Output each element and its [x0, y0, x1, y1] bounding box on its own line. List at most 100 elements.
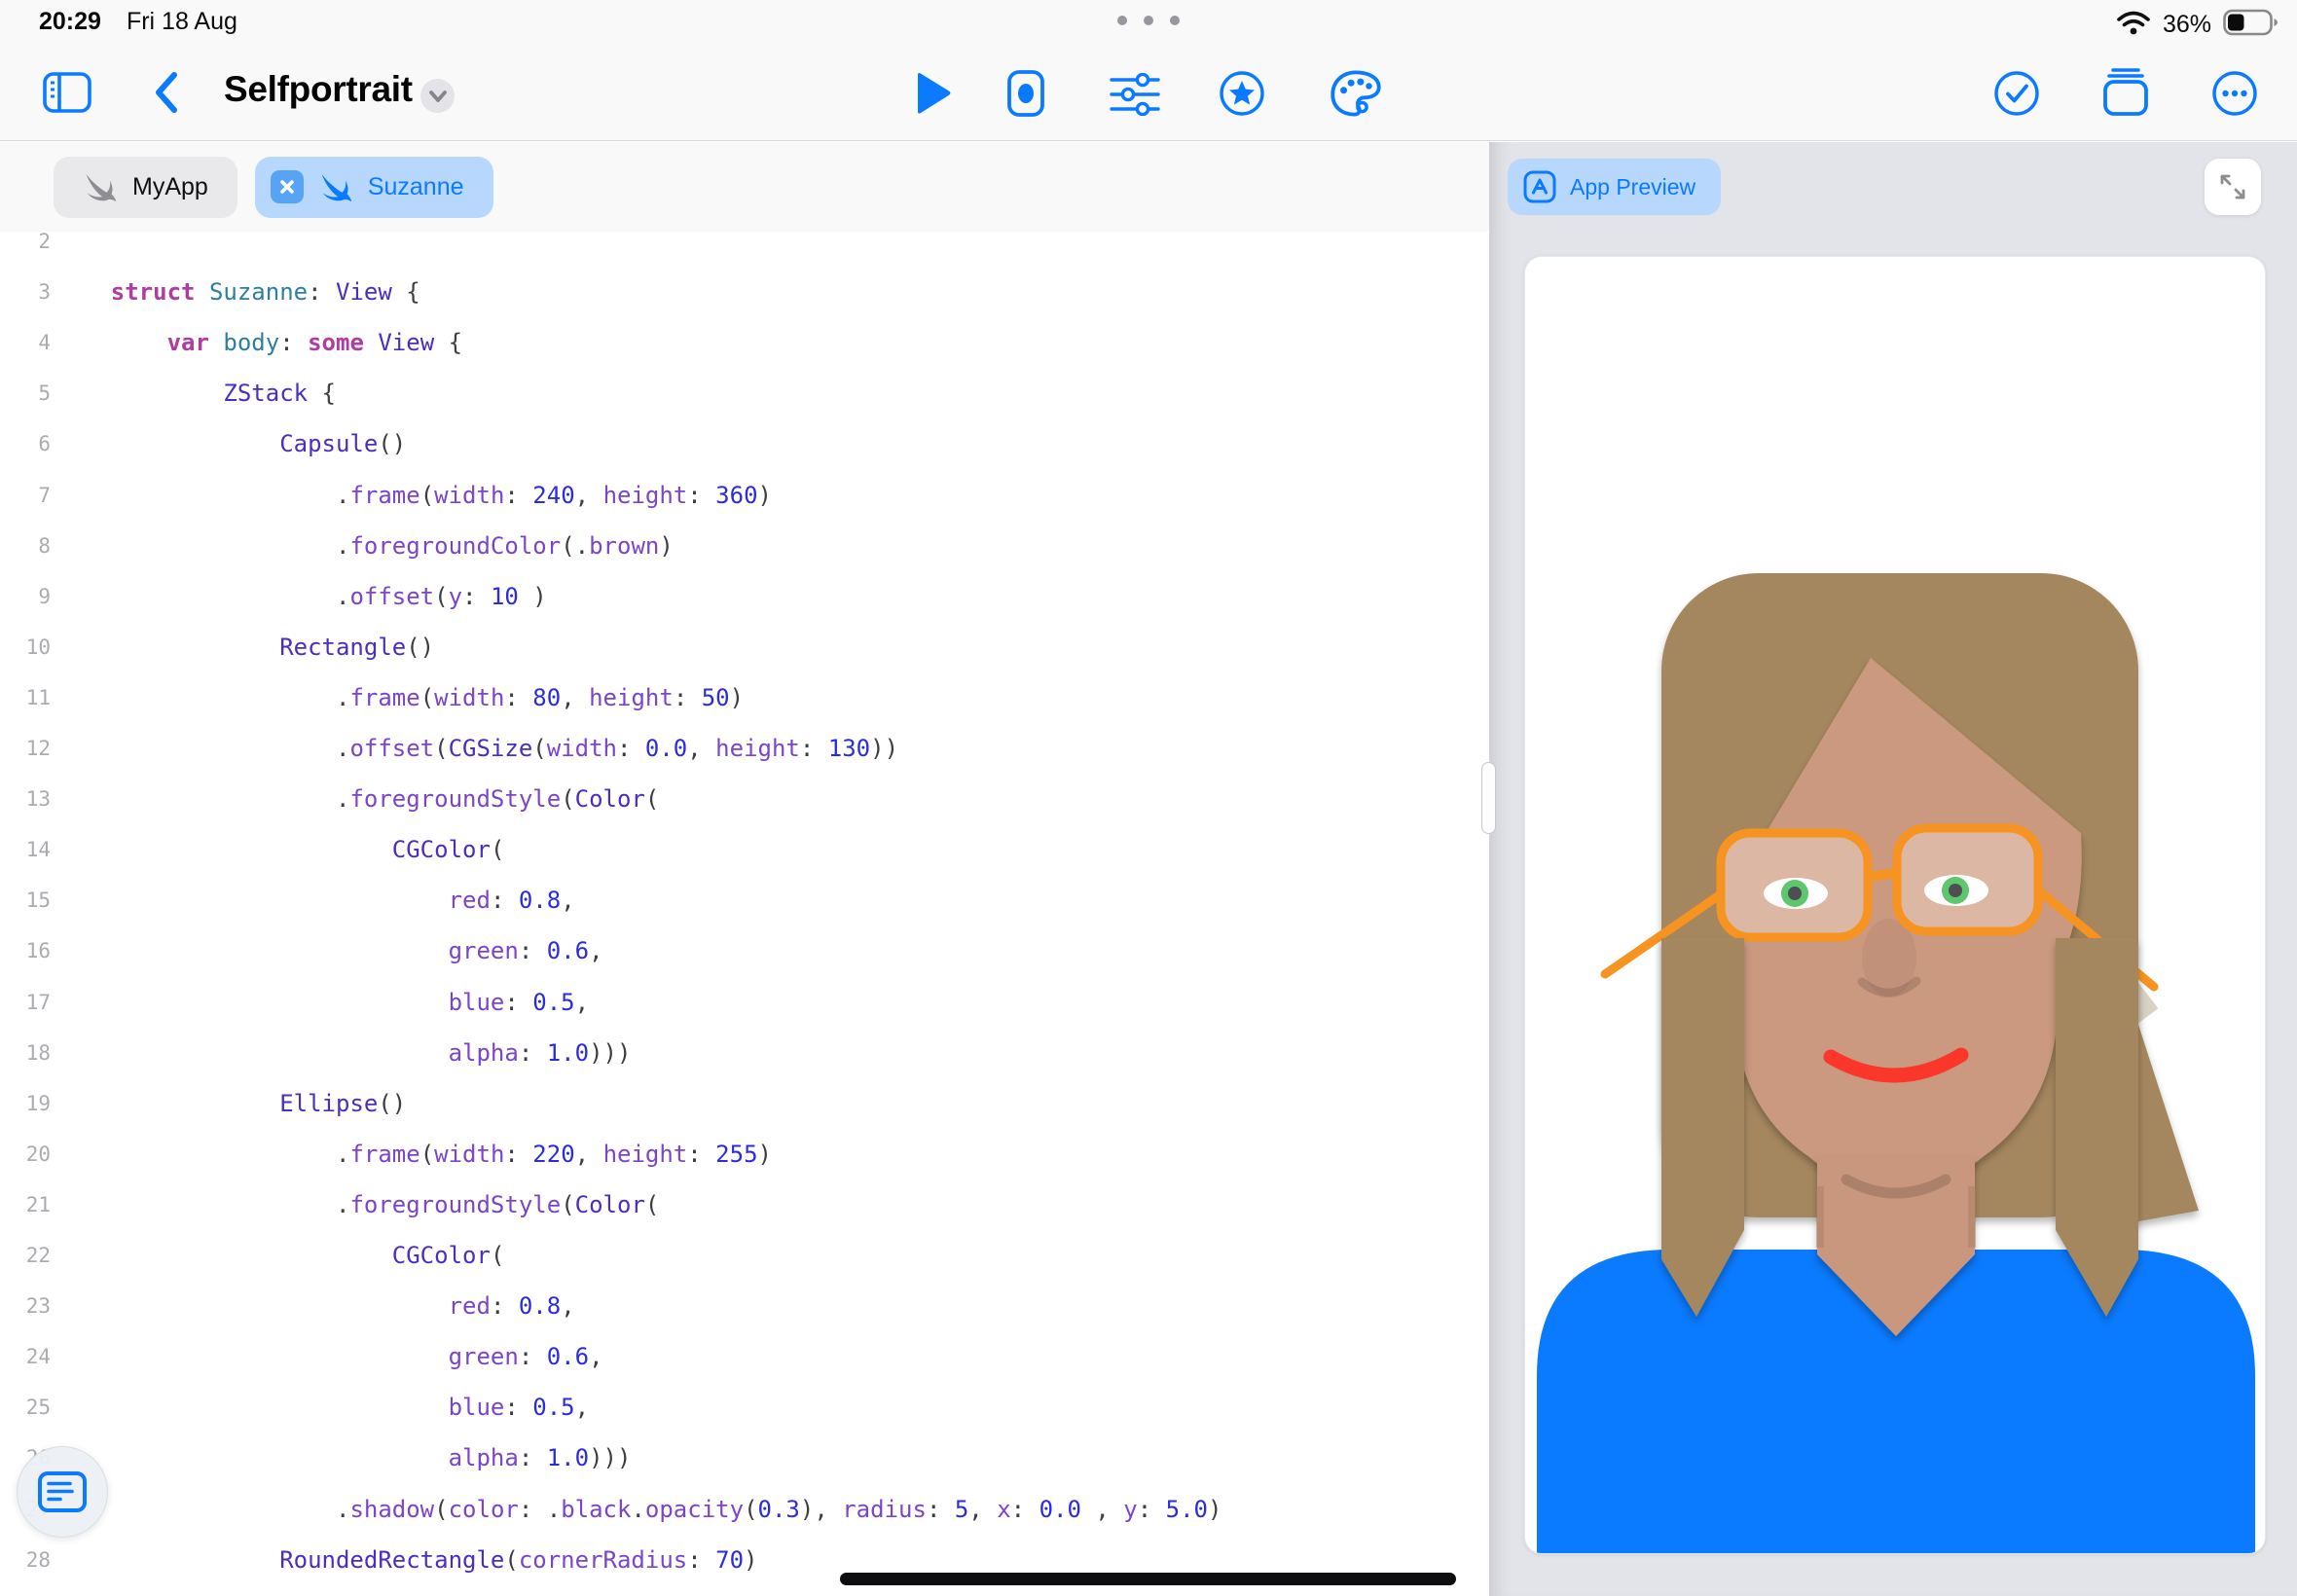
app-preview-icon [1523, 170, 1556, 203]
code-line[interactable]: 16green: 0.6, [0, 925, 1489, 976]
line-number: 22 [0, 1230, 51, 1281]
code-line[interactable]: 27.shadow(color: .black.opacity(0.3), ra… [0, 1484, 1489, 1535]
play-icon [913, 71, 954, 116]
windows-button[interactable] [2100, 68, 2151, 117]
check-circle-icon [1993, 70, 2040, 117]
code-line[interactable]: 3struct Suzanne: View { [0, 267, 1489, 317]
wifi-icon [2116, 9, 2151, 41]
app-preview-canvas [1524, 256, 2266, 1554]
line-number: 14 [0, 824, 51, 875]
back-chevron-icon [148, 68, 187, 117]
tab-myapp[interactable]: MyApp [54, 157, 237, 218]
code-line[interactable]: 14CGColor( [0, 824, 1489, 875]
code-line[interactable]: 26alpha: 1.0))) [0, 1433, 1489, 1483]
code-line[interactable]: 23red: 0.8, [0, 1281, 1489, 1331]
code-line[interactable]: 25blue: 0.5, [0, 1382, 1489, 1433]
left-eye [1764, 878, 1828, 909]
line-number: 25 [0, 1382, 51, 1433]
code-line[interactable]: 8.foregroundColor(.brown) [0, 521, 1489, 571]
code-line[interactable]: 20.frame(width: 220, height: 255) [0, 1129, 1489, 1179]
code-line[interactable]: 22CGColor( [0, 1230, 1489, 1281]
battery-percent: 36% [2163, 11, 2211, 39]
multitasking-dots-icon[interactable] [1117, 16, 1180, 25]
more-options-button[interactable] [2211, 70, 2258, 117]
sliders-icon [1110, 73, 1160, 116]
code-line[interactable]: 2 [0, 232, 1489, 267]
settings-sliders-button[interactable] [1110, 73, 1160, 116]
app-preview-toggle[interactable]: App Preview [1508, 159, 1721, 215]
line-number: 7 [0, 470, 51, 521]
code-line[interactable]: 21.foregroundStyle(Color( [0, 1179, 1489, 1230]
code-line[interactable]: 15red: 0.8, [0, 875, 1489, 925]
appearance-palette-button[interactable] [1330, 69, 1382, 118]
line-number: 12 [0, 723, 51, 774]
app-preview-label: App Preview [1570, 174, 1695, 200]
check-syntax-button[interactable] [1993, 70, 2040, 117]
back-button[interactable] [148, 68, 187, 117]
selfportrait-drawing [1525, 257, 2266, 1554]
line-number: 17 [0, 977, 51, 1028]
code-line[interactable]: 19Ellipse() [0, 1078, 1489, 1129]
line-number: 20 [0, 1129, 51, 1179]
code-line[interactable]: 9.offset(y: 10 ) [0, 571, 1489, 622]
code-line[interactable]: 18alpha: 1.0))) [0, 1028, 1489, 1078]
glasses-bridge [1868, 873, 1897, 877]
page-title: Selfportrait [224, 69, 413, 110]
code-line[interactable]: 11.frame(width: 80, height: 50) [0, 672, 1489, 723]
line-number: 2 [0, 232, 51, 267]
live-preview-button[interactable] [1006, 69, 1045, 118]
title-menu-button[interactable] [420, 79, 455, 113]
clock-time: 20:29 [39, 8, 101, 36]
snippets-floating-button[interactable] [17, 1446, 108, 1538]
code-line[interactable]: 13.foregroundStyle(Color( [0, 774, 1489, 824]
battery-icon [2223, 9, 2279, 41]
line-number: 19 [0, 1078, 51, 1129]
code-line[interactable]: 12.offset(CGSize(width: 0.0, height: 130… [0, 723, 1489, 774]
code-line[interactable]: 4var body: some View { [0, 317, 1489, 368]
close-x-icon [278, 178, 296, 196]
close-tab-button[interactable] [271, 170, 304, 203]
sidebar-toggle-button[interactable] [43, 71, 91, 114]
record-preview-icon [1006, 69, 1045, 118]
code-line[interactable]: 24green: 0.6, [0, 1331, 1489, 1382]
line-number: 28 [0, 1535, 51, 1585]
tab-suzanne[interactable]: Suzanne [255, 157, 493, 218]
run-button[interactable] [913, 71, 954, 116]
line-number: 5 [0, 368, 51, 418]
swift-bird-icon [318, 169, 353, 204]
line-number: 21 [0, 1179, 51, 1230]
tab-label: MyApp [132, 173, 208, 201]
tab-strip: MyApp Suzanne [0, 142, 1489, 232]
code-line[interactable]: 17blue: 0.5, [0, 977, 1489, 1028]
code-line[interactable]: 10Rectangle() [0, 622, 1489, 672]
content: MyApp Suzanne 23struct Suzanne: View {4v… [0, 142, 2297, 1596]
line-number: 8 [0, 521, 51, 571]
code-editor-pane: MyApp Suzanne 23struct Suzanne: View {4v… [0, 142, 1489, 1596]
home-indicator[interactable] [840, 1573, 1456, 1585]
code-line[interactable]: 7.frame(width: 240, height: 360) [0, 470, 1489, 521]
swift-bird-icon [83, 169, 118, 204]
windows-stack-icon [2100, 68, 2151, 117]
preview-panel: App Preview [1489, 142, 2297, 1596]
code-line[interactable]: 5ZStack { [0, 368, 1489, 418]
line-number: 24 [0, 1331, 51, 1382]
line-number: 10 [0, 622, 51, 672]
line-number: 11 [0, 672, 51, 723]
line-number: 23 [0, 1281, 51, 1331]
line-number: 3 [0, 267, 51, 317]
line-number: 4 [0, 317, 51, 368]
code-line[interactable]: 6Capsule() [0, 418, 1489, 469]
header: 20:29 Fri 18 Aug 36% [0, 0, 2297, 141]
expand-preview-button[interactable] [2205, 159, 2261, 215]
line-number: 18 [0, 1028, 51, 1078]
guide-star-button[interactable] [1219, 70, 1265, 117]
palette-icon [1330, 69, 1382, 118]
pane-resize-handle[interactable] [1481, 762, 1496, 834]
expand-diagonal-icon [2218, 172, 2247, 201]
right-eye [1924, 875, 1988, 906]
status-bar: 20:29 Fri 18 Aug 36% [0, 0, 2297, 44]
snippet-list-icon [37, 1470, 88, 1513]
clock-date: Fri 18 Aug [127, 8, 237, 36]
line-number: 15 [0, 875, 51, 925]
code-area[interactable]: 23struct Suzanne: View {4var body: some … [0, 232, 1489, 1596]
